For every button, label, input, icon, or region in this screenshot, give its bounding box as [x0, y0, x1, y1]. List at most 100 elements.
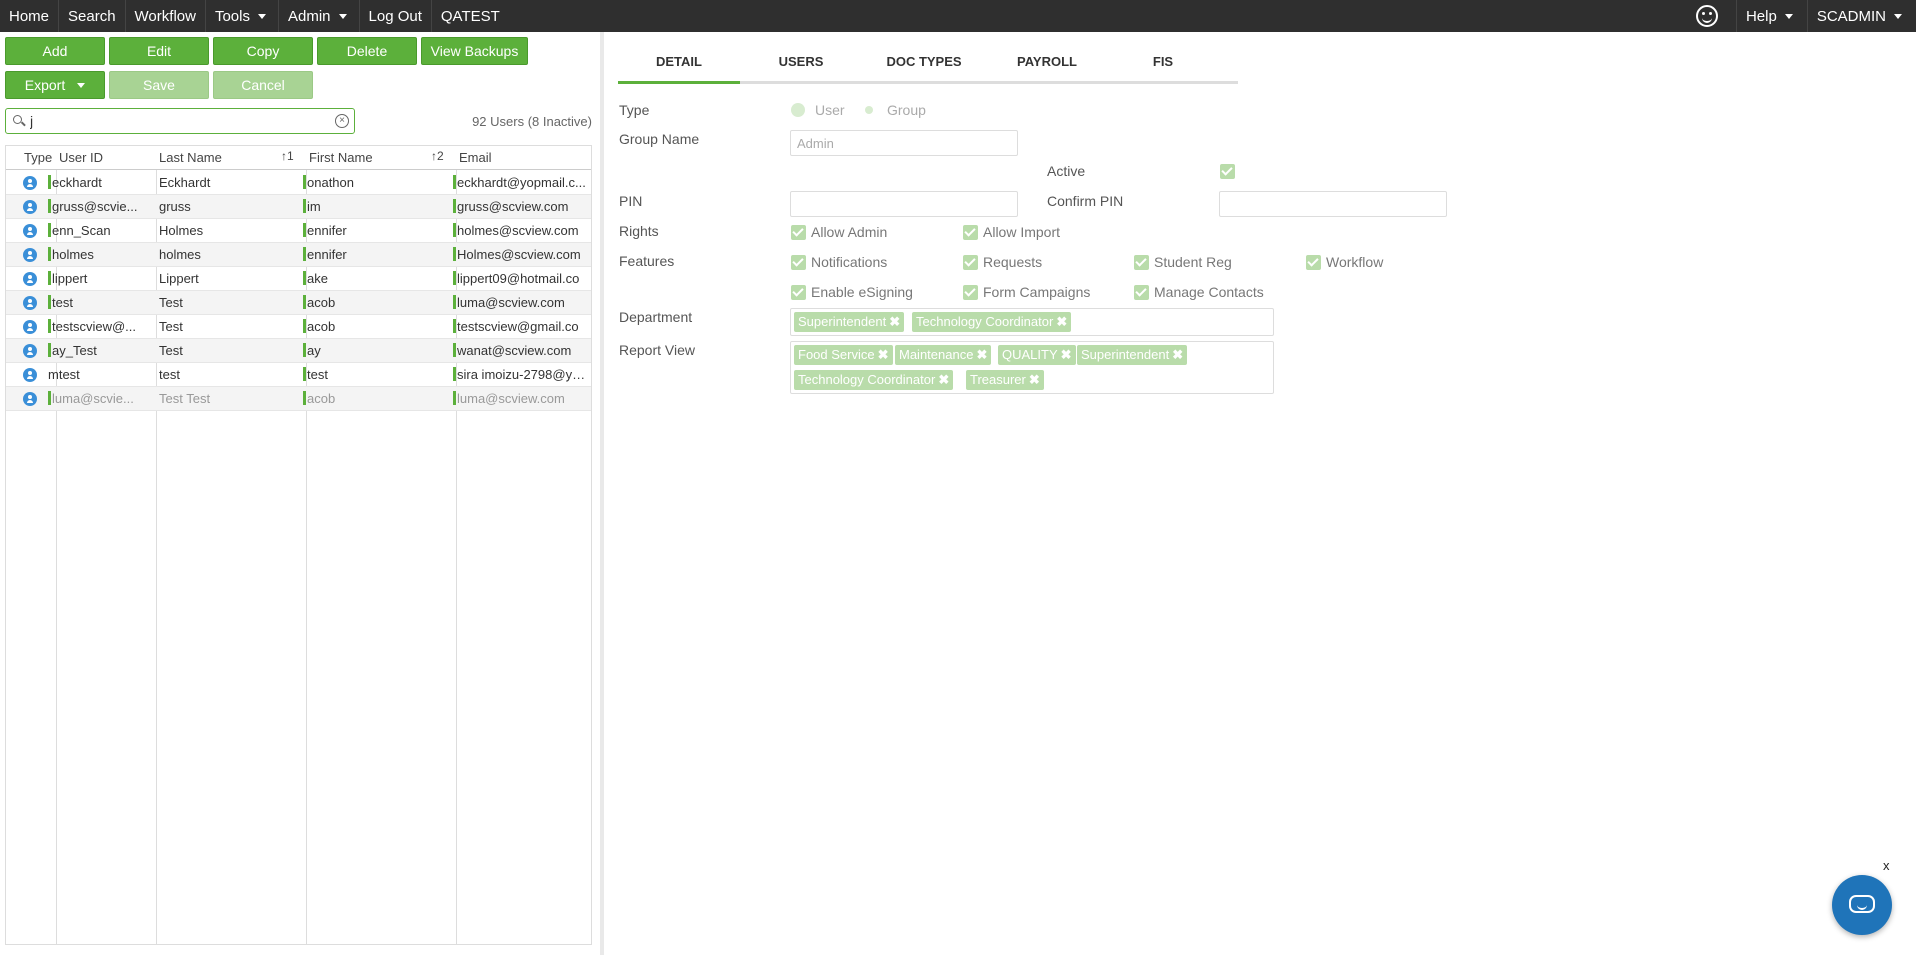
table-row[interactable]: gruss@scvie... gruss im gruss@scview.com	[6, 195, 591, 219]
table-row[interactable]: ay_Test Test ay wanat@scview.com	[6, 339, 591, 363]
add-button[interactable]: Add	[5, 37, 105, 65]
last-name-cell: Test	[159, 343, 304, 358]
search-input[interactable]	[30, 112, 320, 130]
view-backups-button[interactable]: View Backups	[421, 37, 528, 65]
remove-icon[interactable]: ✖	[1172, 347, 1183, 362]
tab-doc-types[interactable]: DOC TYPES	[862, 46, 986, 84]
active-checkbox[interactable]	[1220, 164, 1235, 179]
table-row[interactable]: lippert Lippert ake lippert09@hotmail.co	[6, 267, 591, 291]
type-group-label: Group	[887, 102, 926, 118]
table-row[interactable]: luma@scvie... Test Test acob luma@scview.co…	[6, 387, 591, 411]
remove-icon[interactable]: ✖	[1056, 314, 1067, 329]
requests-checkbox[interactable]	[963, 255, 978, 270]
nav-user-menu[interactable]: SCADMIN	[1808, 0, 1916, 32]
user-id-cell-text: testscview@...	[52, 319, 136, 334]
report-view-tags[interactable]: Food Service ✖ Maintenance ✖ QUALITY ✖ Supe…	[790, 341, 1274, 394]
copy-button[interactable]: Copy	[213, 37, 313, 65]
nav-workflow[interactable]: Workflow	[126, 0, 206, 32]
chat-launcher[interactable]	[1832, 875, 1892, 935]
student-reg-checkbox[interactable]	[1134, 255, 1149, 270]
remove-icon[interactable]: ✖	[938, 372, 949, 387]
manage-contacts-checkbox[interactable]	[1134, 285, 1149, 300]
enable-esigning-checkbox[interactable]	[791, 285, 806, 300]
match-highlight	[453, 223, 456, 237]
table-row[interactable]: testscview@... Test acob testscview@gmail.c…	[6, 315, 591, 339]
remove-icon[interactable]: ✖	[889, 314, 900, 329]
export-button[interactable]: Export	[5, 71, 105, 99]
remove-icon[interactable]: ✖	[976, 347, 987, 362]
tag-text: Maintenance	[899, 347, 974, 362]
last-name-cell: Test	[159, 295, 304, 310]
first-name-cell: onathon	[303, 175, 453, 190]
nav-home[interactable]: Home	[0, 0, 60, 32]
tab-detail[interactable]: DETAIL	[618, 46, 740, 84]
tab-users[interactable]: USERS	[740, 46, 862, 84]
user-id-cell-text: test	[52, 295, 73, 310]
col-user-id[interactable]: User ID	[59, 150, 103, 165]
type-group-radio[interactable]	[865, 106, 873, 114]
department-label: Department	[619, 309, 693, 325]
pin-label: PIN	[619, 193, 643, 209]
chat-close-button[interactable]: x	[1883, 858, 1890, 873]
tab-fis[interactable]: FIS	[1108, 46, 1218, 84]
col-email[interactable]: Email	[459, 150, 492, 165]
table-row[interactable]: enn_Scan Holmes ennifer holmes@scview.com	[6, 219, 591, 243]
col-last-name[interactable]: Last Name	[159, 150, 222, 165]
clear-icon[interactable]: ×	[335, 114, 349, 128]
user-id-cell-text: eckhardt	[52, 175, 102, 190]
notifications-checkbox[interactable]	[791, 255, 806, 270]
col-type[interactable]: Type	[24, 150, 52, 165]
user-id-cell-text: enn_Scan	[52, 223, 111, 238]
delete-button[interactable]: Delete	[317, 37, 417, 65]
table-row[interactable]: test Test acob luma@scview.com	[6, 291, 591, 315]
table-row[interactable]: mtest test test sira imoizu-2798@yo...	[6, 363, 591, 387]
remove-icon[interactable]: ✖	[878, 347, 889, 362]
form-campaigns-checkbox[interactable]	[963, 285, 978, 300]
email-cell: luma@scview.com	[453, 295, 589, 310]
type-user-radio[interactable]	[791, 103, 805, 117]
nav-search[interactable]: Search	[59, 0, 126, 32]
nav-help[interactable]: Help	[1735, 0, 1808, 32]
edit-button[interactable]: Edit	[109, 37, 209, 65]
table-row[interactable]: eckhardt Eckhardt onathon eckhardt@yopmail.…	[6, 171, 591, 195]
group-name-field[interactable]: Admin	[790, 130, 1018, 156]
tab-payroll[interactable]: PAYROLL	[986, 46, 1108, 84]
feedback-smiley-icon[interactable]	[1695, 5, 1718, 27]
user-count: 92 Users (8 Inactive)	[472, 114, 592, 129]
chevron-down-icon	[257, 13, 266, 19]
remove-icon[interactable]: ✖	[1061, 347, 1072, 362]
allow-admin-checkbox[interactable]	[791, 225, 806, 240]
table-row[interactable]: holmes holmes ennifer Holmes@scview.com	[6, 243, 591, 267]
cancel-button[interactable]: Cancel	[213, 71, 313, 99]
nav-admin[interactable]: Admin	[279, 0, 360, 32]
enable-esigning-label: Enable eSigning	[811, 284, 913, 300]
nav-admin-label: Admin	[287, 7, 331, 25]
workflow-checkbox[interactable]	[1306, 255, 1321, 270]
user-id-cell: testscview@...	[48, 319, 154, 334]
email-cell-text: wanat@scview.com	[457, 343, 572, 358]
user-id-cell: eckhardt	[48, 175, 154, 190]
nav-logout[interactable]: Log Out	[360, 0, 432, 32]
last-name-cell-text: Holmes	[159, 223, 204, 238]
nav-tools[interactable]: Tools	[206, 0, 279, 32]
pin-field[interactable]	[790, 191, 1018, 217]
department-tags[interactable]: Superintendent ✖ Technology Coordinator ✖	[790, 308, 1274, 336]
user-type-icon	[23, 224, 37, 238]
remove-icon[interactable]: ✖	[1029, 372, 1040, 387]
email-cell: gruss@scview.com	[453, 199, 589, 214]
manage-contacts-label: Manage Contacts	[1154, 284, 1264, 300]
save-button[interactable]: Save	[109, 71, 209, 99]
chat-bubble-icon	[1849, 895, 1875, 913]
email-cell-text: luma@scview.com	[457, 295, 565, 310]
match-highlight	[303, 223, 306, 237]
tag-text: Superintendent	[1081, 347, 1170, 362]
confirm-pin-field[interactable]	[1219, 191, 1447, 217]
allow-import-checkbox[interactable]	[963, 225, 978, 240]
user-id-cell-text: holmes	[52, 247, 94, 262]
col-first-name[interactable]: First Name	[309, 150, 373, 165]
email-cell-text: gruss@scview.com	[457, 199, 569, 214]
first-name-cell: im	[303, 199, 453, 214]
match-highlight	[303, 175, 306, 189]
last-name-cell-text: Test	[159, 343, 183, 358]
confirm-pin-label: Confirm PIN	[1047, 193, 1124, 209]
